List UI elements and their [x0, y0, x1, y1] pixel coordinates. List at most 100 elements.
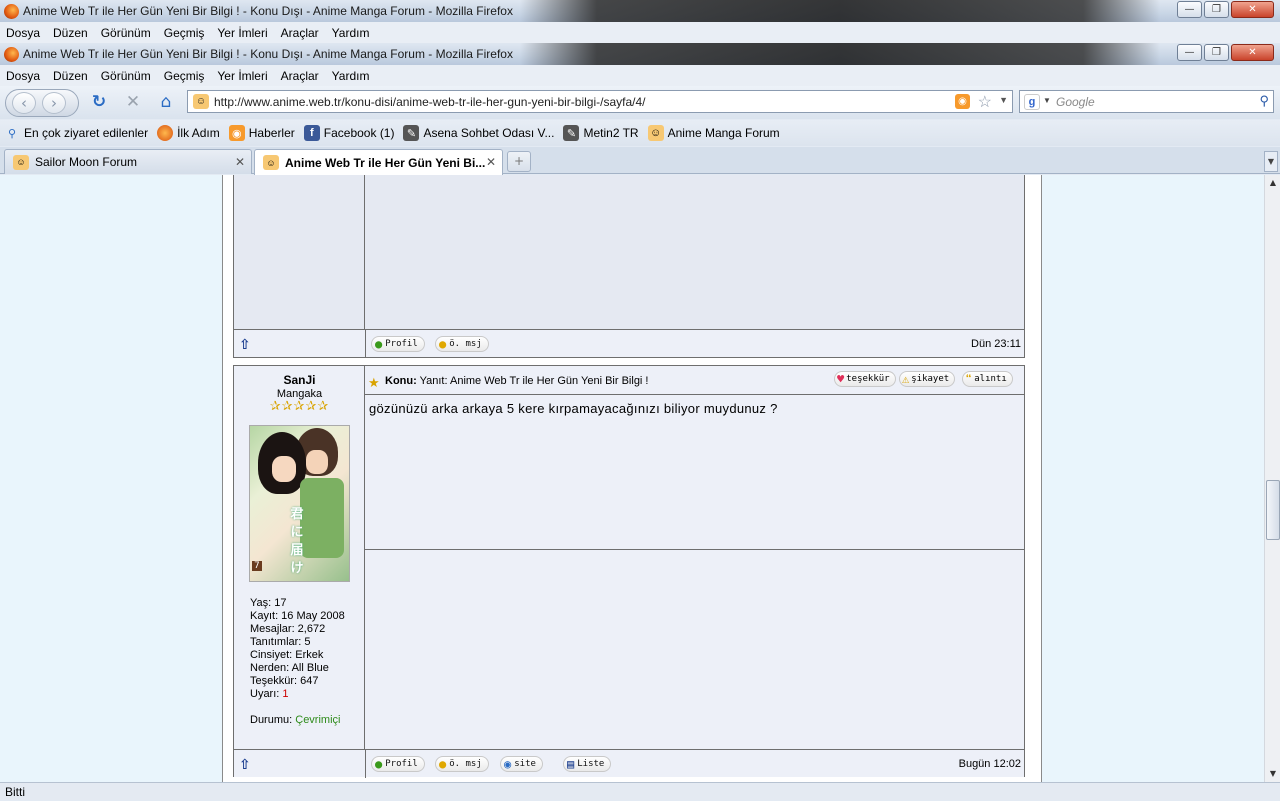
scroll-up-icon[interactable]: ▲ — [1265, 175, 1280, 191]
bookmark-anime-manga[interactable]: ☺ Anime Manga Forum — [647, 125, 780, 141]
warning-icon: ⚠ — [902, 372, 910, 386]
user-messages: Mesajlar: 2,672 — [250, 623, 326, 635]
google-icon[interactable]: g — [1024, 94, 1040, 110]
profile-button[interactable]: ● Profil — [371, 756, 425, 772]
post-user-column — [234, 175, 365, 329]
tab-close-icon[interactable]: ✕ — [235, 155, 245, 169]
profile-button[interactable]: ● Profil — [371, 336, 425, 352]
menu-yer-imleri[interactable]: Yer İmleri — [217, 26, 267, 40]
user-age: Yaş: 17 — [250, 597, 287, 609]
post-subject: Konu: Yanıt: Anime Web Tr ile Her Gün Ye… — [385, 375, 649, 387]
private-message-button[interactable]: ● ö. msj — [435, 336, 489, 352]
home-icon[interactable]: ⌂ — [156, 92, 176, 112]
menu-araclar[interactable]: Araçlar — [281, 26, 319, 40]
post-time: Dün 23:11 — [971, 338, 1021, 350]
search-input[interactable]: g ▼ Google ⚲ — [1019, 90, 1274, 113]
menu-duzen[interactable]: Düzen — [53, 26, 88, 40]
avatar: 君に届け 7 — [249, 425, 350, 582]
back-icon[interactable]: ‹ — [12, 92, 36, 114]
rss-icon: ◉ — [228, 125, 245, 141]
search-placeholder: Google — [1056, 94, 1095, 109]
forward-icon[interactable]: › — [42, 92, 66, 114]
menu-gecmis[interactable]: Geçmiş — [164, 69, 205, 83]
avatar-title: 君に届け — [290, 507, 304, 576]
minimize-button[interactable]: — — [1177, 44, 1202, 61]
window-title: Anime Web Tr ile Her Gün Yeni Bir Bilgi … — [23, 47, 513, 61]
url-bar[interactable]: ☺ http://www.anime.web.tr/konu-disi/anim… — [187, 90, 1013, 113]
navigation-toolbar: ‹ › ↻ ✕ ⌂ ☺ http://www.anime.web.tr/konu… — [0, 86, 1280, 119]
scrollbar-thumb[interactable] — [1266, 480, 1280, 540]
close-button[interactable]: ✕ — [1231, 44, 1274, 61]
post-body — [365, 175, 1024, 329]
stop-icon[interactable]: ✕ — [123, 92, 143, 112]
bookmark-metin2[interactable]: ✎ Metin2 TR — [563, 125, 639, 141]
new-tab-button[interactable]: + — [507, 151, 531, 172]
bookmark-haberler[interactable]: ◉ Haberler — [228, 125, 295, 141]
bookmark-ilk-adim[interactable]: İlk Adım — [157, 125, 220, 141]
menu-yer-imleri[interactable]: Yer İmleri — [217, 69, 267, 83]
most-visited-icon: ⚲ — [7, 127, 17, 140]
scroll-top-icon[interactable]: ⇧ — [239, 757, 251, 773]
menubar: Dosya Düzen Görünüm Geçmiş Yer İmleri Ar… — [0, 65, 1280, 86]
url-dropdown-icon[interactable]: ▼ — [999, 95, 1008, 105]
chat-icon: ✎ — [403, 125, 420, 141]
tab-sailor-moon[interactable]: ☺ Sailor Moon Forum ✕ — [4, 149, 252, 174]
tab-close-icon[interactable]: ✕ — [486, 155, 496, 169]
list-button[interactable]: ▤ Liste — [563, 756, 612, 772]
bookmark-facebook[interactable]: f Facebook (1) — [303, 125, 394, 141]
window-titlebar-outer: Anime Web Tr ile Her Gün Yeni Bir Bilgi … — [0, 0, 1280, 22]
post-footer: ⇧ ● Profil ● ö. msj Dün 23:11 — [234, 329, 1024, 358]
website-button[interactable]: ◉ site — [500, 756, 543, 772]
post-footer: ⇧ ● Profil ● ö. msj ◉ site ▤ Liste Bugün 12:… — [234, 749, 1024, 778]
maximize-button[interactable]: ❐ — [1204, 44, 1229, 61]
forum-page: ⇧ ● Profil ● ö. msj Dün 23:11 SanJi Mangak… — [222, 175, 1042, 782]
user-gender: Cinsiyet: Erkek — [250, 649, 324, 661]
forum-icon: ☺ — [647, 125, 664, 141]
minimize-button[interactable]: — — [1177, 1, 1202, 18]
private-message-button[interactable]: ● ö. msj — [435, 756, 489, 772]
maximize-button[interactable]: ❐ — [1204, 1, 1229, 18]
tab-anime-web[interactable]: ☺ Anime Web Tr ile Her Gün Yeni Bi... ✕ — [254, 149, 503, 175]
menu-gorunum[interactable]: Görünüm — [101, 69, 151, 83]
rss-feed-icon[interactable]: ◉ — [955, 94, 970, 109]
reload-icon[interactable]: ↻ — [89, 92, 109, 112]
firefox-icon — [4, 46, 19, 62]
scroll-down-icon[interactable]: ▼ — [1265, 766, 1280, 782]
signature-divider — [365, 549, 1024, 550]
thanks-button[interactable]: ♥ teşekkür — [834, 371, 896, 387]
menu-dosya[interactable]: Dosya — [6, 69, 40, 83]
window-title: Anime Web Tr ile Her Gün Yeni Bir Bilgi … — [23, 4, 513, 18]
tab-favicon-icon: ☺ — [263, 155, 279, 170]
menu-yardim[interactable]: Yardım — [332, 69, 370, 83]
url-text[interactable]: http://www.anime.web.tr/konu-disi/anime-… — [214, 95, 646, 109]
menu-gecmis[interactable]: Geçmiş — [164, 26, 205, 40]
post-previous: ⇧ ● Profil ● ö. msj Dün 23:11 — [233, 175, 1025, 358]
post-message: gözünüzü arka arkaya 5 kere kırpamayacağ… — [369, 401, 778, 416]
post-star-icon: ★ — [368, 376, 380, 391]
bookmark-most-visited[interactable]: ⚲ En çok ziyaret edilenler — [4, 125, 148, 141]
search-icon[interactable]: ⚲ — [1259, 93, 1269, 109]
menu-yardim[interactable]: Yardım — [332, 26, 370, 40]
quote-button[interactable]: ❝ alıntı — [962, 371, 1013, 387]
bookmark-star-icon[interactable]: ☆ — [978, 92, 992, 112]
game-icon: ✎ — [563, 125, 580, 141]
back-forward-group: ‹ › — [5, 89, 79, 117]
user-status: Durumu: Çevrimiçi — [250, 714, 341, 726]
menu-dosya[interactable]: Dosya — [6, 26, 40, 40]
facebook-icon: f — [303, 125, 320, 141]
scroll-top-icon[interactable]: ⇧ — [239, 337, 251, 353]
tab-list-button[interactable]: ▼ — [1264, 151, 1278, 172]
bookmark-asena[interactable]: ✎ Asena Sohbet Odası V... — [403, 125, 554, 141]
report-button[interactable]: ⚠ şikayet — [899, 371, 956, 387]
menu-duzen[interactable]: Düzen — [53, 69, 88, 83]
menu-araclar[interactable]: Araçlar — [281, 69, 319, 83]
search-engine-dropdown-icon[interactable]: ▼ — [1043, 96, 1051, 105]
vertical-scrollbar[interactable]: ▲ ▼ — [1264, 175, 1280, 782]
post-user-column: SanJi Mangaka ✰✰✰✰✰ 君に届け 7 Yaş: 17 Kayıt… — [234, 366, 365, 749]
user-icon: ● — [375, 757, 383, 771]
username[interactable]: SanJi — [234, 373, 365, 387]
users-icon: ● — [439, 757, 447, 771]
menu-gorunum[interactable]: Görünüm — [101, 26, 151, 40]
user-registered: Kayıt: 16 May 2008 — [250, 610, 345, 622]
close-button[interactable]: ✕ — [1231, 1, 1274, 18]
